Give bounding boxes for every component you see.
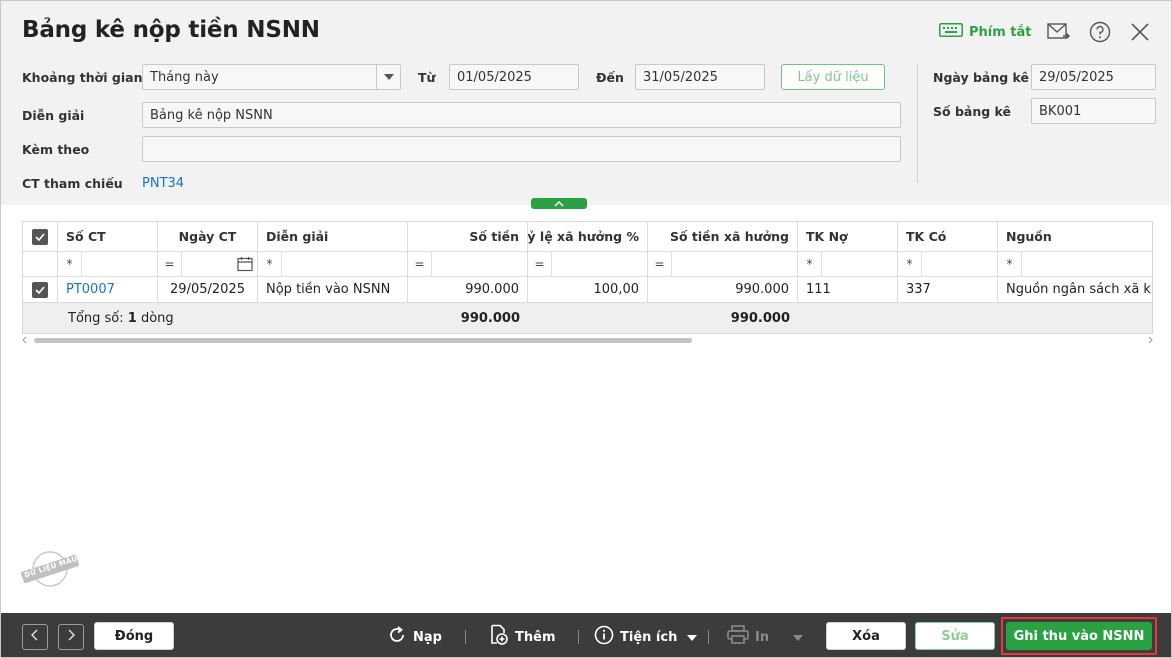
filter-so-tien-xa-huong[interactable]: = [648, 252, 798, 277]
caret-down-icon [793, 630, 804, 645]
calendar-icon[interactable] [237, 256, 253, 276]
chevron-left-icon [30, 629, 39, 645]
utility-menu[interactable]: Tiện ích [594, 624, 698, 650]
filter-dien-giai[interactable]: * [258, 252, 408, 277]
cell-tk-no: 111 [798, 277, 898, 303]
sample-data-stamp: DỮ LIỆU MẪU [19, 547, 81, 591]
page-title: Bảng kê nộp tiền NSNN [22, 17, 320, 43]
to-date-input[interactable]: 31/05/2025 [635, 64, 765, 90]
chevron-down-icon[interactable] [376, 65, 400, 89]
grid-header-row: Số CT Ngày CT Diễn giải Số tiền Tỷ lệ xã… [23, 222, 1152, 252]
ref-label: CT tham chiếu [22, 176, 123, 191]
header-panel: Bảng kê nộp tiền NSNN Phím tắt Khoảng th… [1, 1, 1171, 205]
close-button[interactable]: Đóng [94, 622, 174, 650]
record-budget-button[interactable]: Ghi thu vào NSNN [1006, 622, 1152, 650]
filter-nguon[interactable]: * [998, 252, 1152, 277]
cell-nguon: Nguồn ngân sách xã kho [998, 277, 1152, 303]
col-so-tien[interactable]: Số tiền [408, 222, 528, 252]
list-date-input[interactable]: 29/05/2025 [1031, 64, 1156, 90]
cell-dien-giai: Nộp tiền vào NSNN [258, 277, 408, 303]
attach-label: Kèm theo [22, 142, 90, 157]
ref-link[interactable]: PNT34 [142, 176, 184, 191]
filter-tk-co[interactable]: * [898, 252, 998, 277]
col-tk-no[interactable]: TK Nợ [798, 222, 898, 252]
shortcut-link[interactable]: Phím tắt [939, 23, 1032, 41]
col-ty-le[interactable]: Tỷ lệ xã hưởng % [528, 222, 648, 252]
collapse-toggle[interactable] [531, 198, 587, 209]
info-icon [594, 625, 614, 649]
close-icon[interactable] [1128, 20, 1152, 44]
keyboard-icon [939, 23, 963, 41]
fetch-data-button[interactable]: Lấy dữ liệu [781, 64, 885, 90]
scrollbar-thumb[interactable] [34, 338, 692, 343]
add-button[interactable]: Thêm [489, 624, 556, 650]
chevron-up-icon [554, 196, 564, 211]
dialog-window: Bảng kê nộp tiền NSNN Phím tắt Khoảng th… [0, 0, 1172, 658]
edit-button[interactable]: Sửa [915, 622, 995, 650]
from-date-input[interactable]: 01/05/2025 [449, 64, 579, 90]
col-so-ct[interactable]: Số CT [58, 222, 158, 252]
caret-down-icon [687, 630, 698, 645]
refresh-icon [387, 625, 407, 649]
cell-ngay-ct: 29/05/2025 [158, 277, 258, 303]
col-nguon[interactable]: Nguồn [998, 222, 1152, 252]
cell-so-ct-link[interactable]: PT0007 [58, 277, 158, 303]
reload-button[interactable]: Nạp [387, 624, 442, 650]
filter-so-tien[interactable]: = [408, 252, 528, 277]
bottom-toolbar: Đóng Nạp Thêm Tiện ích In Xóa Sửa Ghi th… [1, 613, 1171, 657]
description-input[interactable]: Bảng kê nộp NSNN [142, 102, 901, 128]
prev-button[interactable] [22, 624, 48, 650]
total-count: Tổng số: 1 dòng [58, 303, 308, 333]
grid-footer-row: Tổng số: 1 dòng 990.000 990.000 [23, 303, 1152, 333]
col-dien-giai[interactable]: Diễn giải [258, 222, 408, 252]
list-date-label: Ngày bảng kê [933, 70, 1029, 85]
attach-input[interactable] [142, 136, 901, 162]
period-value: Tháng này [150, 69, 219, 85]
sum-so-tien-xa-huong: 990.000 [648, 303, 798, 333]
help-icon[interactable] [1088, 20, 1112, 44]
mail-icon[interactable] [1047, 20, 1071, 44]
cell-ty-le: 100,00 [528, 277, 648, 303]
period-label: Khoảng thời gian [22, 70, 143, 85]
cell-tk-co: 337 [898, 277, 998, 303]
shortcut-label: Phím tắt [969, 24, 1032, 40]
filter-so-ct[interactable]: * [58, 252, 158, 277]
filter-tk-no[interactable]: * [798, 252, 898, 277]
row-checkbox[interactable] [23, 277, 58, 303]
printer-icon [727, 625, 749, 649]
delete-button[interactable]: Xóa [826, 622, 906, 650]
chevron-right-icon [67, 629, 76, 645]
period-select[interactable]: Tháng này [142, 64, 401, 90]
filter-ty-le[interactable]: = [528, 252, 648, 277]
sum-so-tien: 990.000 [308, 303, 528, 333]
to-label: Đến [596, 70, 624, 85]
col-tk-co[interactable]: TK Có [898, 222, 998, 252]
list-no-input[interactable]: BK001 [1031, 98, 1156, 124]
col-so-tien-xa-huong[interactable]: Số tiền xã hưởng [648, 222, 798, 252]
from-label: Từ [418, 70, 436, 85]
table-row[interactable]: PT0007 29/05/2025 Nộp tiền vào NSNN 990.… [23, 277, 1152, 303]
cell-so-tien-xa-huong: 990.000 [648, 277, 798, 303]
col-ngay-ct[interactable]: Ngày CT [158, 222, 258, 252]
print-button[interactable]: In [727, 624, 804, 650]
select-all-checkbox[interactable] [23, 222, 58, 252]
next-button[interactable] [58, 624, 84, 650]
data-grid: Số CT Ngày CT Diễn giải Số tiền Tỷ lệ xã… [22, 221, 1153, 334]
divider [917, 63, 918, 183]
filter-ngay-ct[interactable]: = [158, 252, 258, 277]
add-document-icon [489, 624, 509, 650]
grid-filter-row: * = * = = = * * * [23, 252, 1152, 277]
description-label: Diễn giải [22, 108, 85, 123]
horizontal-scrollbar[interactable] [22, 336, 1153, 344]
cell-so-tien: 990.000 [408, 277, 528, 303]
list-no-label: Số bảng kê [933, 104, 1011, 119]
